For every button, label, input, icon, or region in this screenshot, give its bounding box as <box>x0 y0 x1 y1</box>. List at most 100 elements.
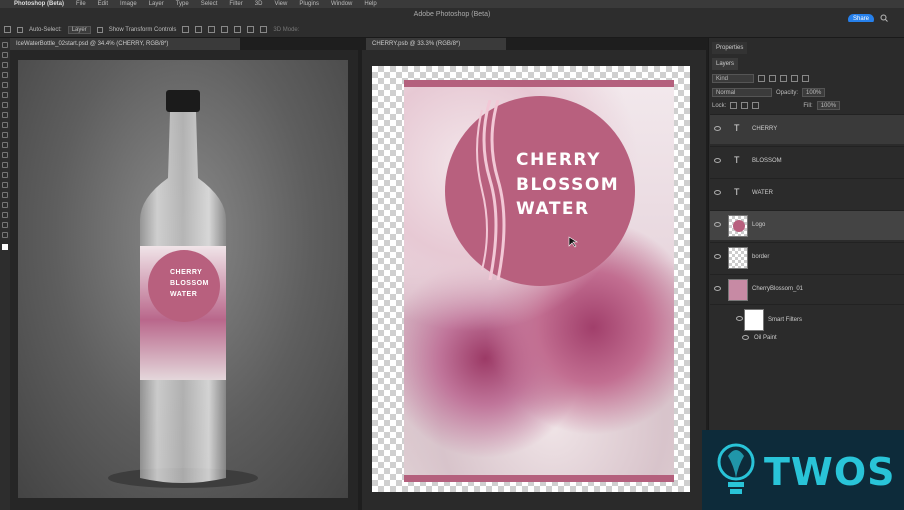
layer-row-logo[interactable]: Logo <box>710 210 904 240</box>
brush-tool[interactable] <box>2 112 8 118</box>
tab-doc1[interactable]: IceWaterBottle_02start.psd @ 34.4% (CHER… <box>10 38 240 50</box>
move-tool-icon[interactable] <box>4 26 11 33</box>
blend-mode-select[interactable]: Normal <box>712 88 772 97</box>
align-middle-icon[interactable] <box>234 26 242 33</box>
layer-name: CHERRY <box>752 126 778 132</box>
poster-text-blossom[interactable]: BLOSSOM <box>516 175 619 195</box>
menu-3d[interactable]: 3D <box>255 1 263 7</box>
align-right-icon[interactable] <box>208 26 216 33</box>
lightbulb-icon <box>717 443 755 494</box>
type-tool[interactable] <box>2 192 8 198</box>
adjustment-filter-icon[interactable] <box>769 75 776 82</box>
transform-checkbox[interactable] <box>96 26 103 33</box>
align-bottom-icon[interactable] <box>247 26 255 33</box>
eye-icon[interactable] <box>714 254 721 259</box>
layer-row-cherry[interactable]: T CHERRY <box>710 114 904 144</box>
gradient-tool[interactable] <box>2 152 8 158</box>
layer-row-blossom[interactable]: T BLOSSOM <box>710 146 904 176</box>
fill-field[interactable]: 100% <box>816 101 841 110</box>
shape-tool[interactable] <box>2 212 8 218</box>
menu-app[interactable]: Photoshop (Beta) <box>14 1 64 7</box>
tab-layers[interactable]: Layers <box>712 58 739 70</box>
type-layer-icon: T <box>734 187 740 197</box>
poster-text-cherry[interactable]: CHERRY <box>516 150 601 170</box>
poster-text-water[interactable]: WATER <box>516 199 590 219</box>
move-tool[interactable] <box>2 42 8 48</box>
menu-plugins[interactable]: Plugins <box>299 1 319 7</box>
options-bar: Auto-Select: Layer Show Transform Contro… <box>0 22 904 38</box>
layer-row-smart-filters[interactable]: Smart Filters Oil Paint <box>710 304 904 344</box>
smart-object-filter-icon[interactable] <box>802 75 809 82</box>
layer-name: CherryBlossom_01 <box>752 286 804 292</box>
menu-bar: Photoshop (Beta) File Edit Image Layer T… <box>0 0 904 8</box>
eye-icon[interactable] <box>714 126 721 131</box>
menu-file[interactable]: File <box>76 1 86 7</box>
menu-select[interactable]: Select <box>201 1 218 7</box>
marquee-tool[interactable] <box>2 52 8 58</box>
align-top-icon[interactable] <box>221 26 229 33</box>
layer-thumbnail <box>728 279 748 301</box>
filter-mask-thumbnail <box>744 309 764 331</box>
shape-filter-icon[interactable] <box>791 75 798 82</box>
menu-image[interactable]: Image <box>120 1 137 7</box>
transform-label: Show Transform Controls <box>108 26 177 33</box>
lasso-tool[interactable] <box>2 62 8 68</box>
blur-tool[interactable] <box>2 162 8 168</box>
layer-name: WATER <box>752 190 773 196</box>
align-center-icon[interactable] <box>195 26 203 33</box>
fill-label: Fill: <box>803 102 813 109</box>
eye-icon[interactable] <box>736 316 743 321</box>
filter-name: Oil Paint <box>754 335 777 341</box>
menu-help[interactable]: Help <box>364 1 376 7</box>
layer-filter-row: Kind <box>712 74 809 83</box>
eye-icon[interactable] <box>742 335 749 340</box>
menu-edit[interactable]: Edit <box>98 1 108 7</box>
pen-tool[interactable] <box>2 182 8 188</box>
zoom-tool[interactable] <box>2 232 8 238</box>
path-select-tool[interactable] <box>2 202 8 208</box>
tab-doc2[interactable]: CHERRY.psb @ 33.3% (RGB/8*) <box>366 38 506 50</box>
layer-thumbnail <box>728 215 748 237</box>
lock-all-icon[interactable] <box>752 102 760 109</box>
layer-row-cherryblossom[interactable]: CherryBlossom_01 <box>710 274 904 304</box>
kind-filter-select[interactable]: Kind <box>712 74 754 83</box>
bottle-label-line: CHERRY <box>170 269 203 276</box>
eye-icon[interactable] <box>714 190 721 195</box>
eye-icon[interactable] <box>714 158 721 163</box>
distribute-icon[interactable] <box>260 26 268 33</box>
layer-row-water[interactable]: T WATER <box>710 178 904 208</box>
tab-properties[interactable]: Properties <box>712 42 748 54</box>
lock-position-icon[interactable] <box>741 102 749 109</box>
layer-row-border[interactable]: border <box>710 242 904 272</box>
eye-icon[interactable] <box>714 286 721 291</box>
search-icon[interactable] <box>880 14 888 22</box>
eye-icon[interactable] <box>714 222 721 227</box>
quick-select-tool[interactable] <box>2 72 8 78</box>
hand-tool[interactable] <box>2 222 8 228</box>
foreground-color-swatch[interactable] <box>2 244 8 250</box>
auto-select-checkbox[interactable] <box>17 26 23 33</box>
menu-type[interactable]: Type <box>176 1 189 7</box>
bottle-label-text: CHERRY BLOSSOM WATER <box>170 267 209 300</box>
history-brush-tool[interactable] <box>2 132 8 138</box>
layer-select[interactable]: Layer <box>67 25 91 34</box>
menu-window[interactable]: Window <box>331 1 352 7</box>
lock-pixels-icon[interactable] <box>730 102 738 109</box>
type-filter-icon[interactable] <box>780 75 787 82</box>
stamp-tool[interactable] <box>2 122 8 128</box>
twos-logo-text: TWOS <box>764 450 896 494</box>
eyedropper-tool[interactable] <box>2 92 8 98</box>
lock-label: Lock: <box>712 102 727 109</box>
eraser-tool[interactable] <box>2 142 8 148</box>
align-left-icon[interactable] <box>182 26 190 33</box>
menu-filter[interactable]: Filter <box>229 1 242 7</box>
bottle-label-line: BLOSSOM <box>170 280 209 287</box>
menu-layer[interactable]: Layer <box>149 1 164 7</box>
opacity-field[interactable]: 100% <box>802 88 826 97</box>
menu-view[interactable]: View <box>274 1 287 7</box>
mode3d-label: 3D Mode: <box>273 26 300 33</box>
crop-tool[interactable] <box>2 82 8 88</box>
healing-tool[interactable] <box>2 102 8 108</box>
pixel-filter-icon[interactable] <box>758 75 765 82</box>
dodge-tool[interactable] <box>2 172 8 178</box>
